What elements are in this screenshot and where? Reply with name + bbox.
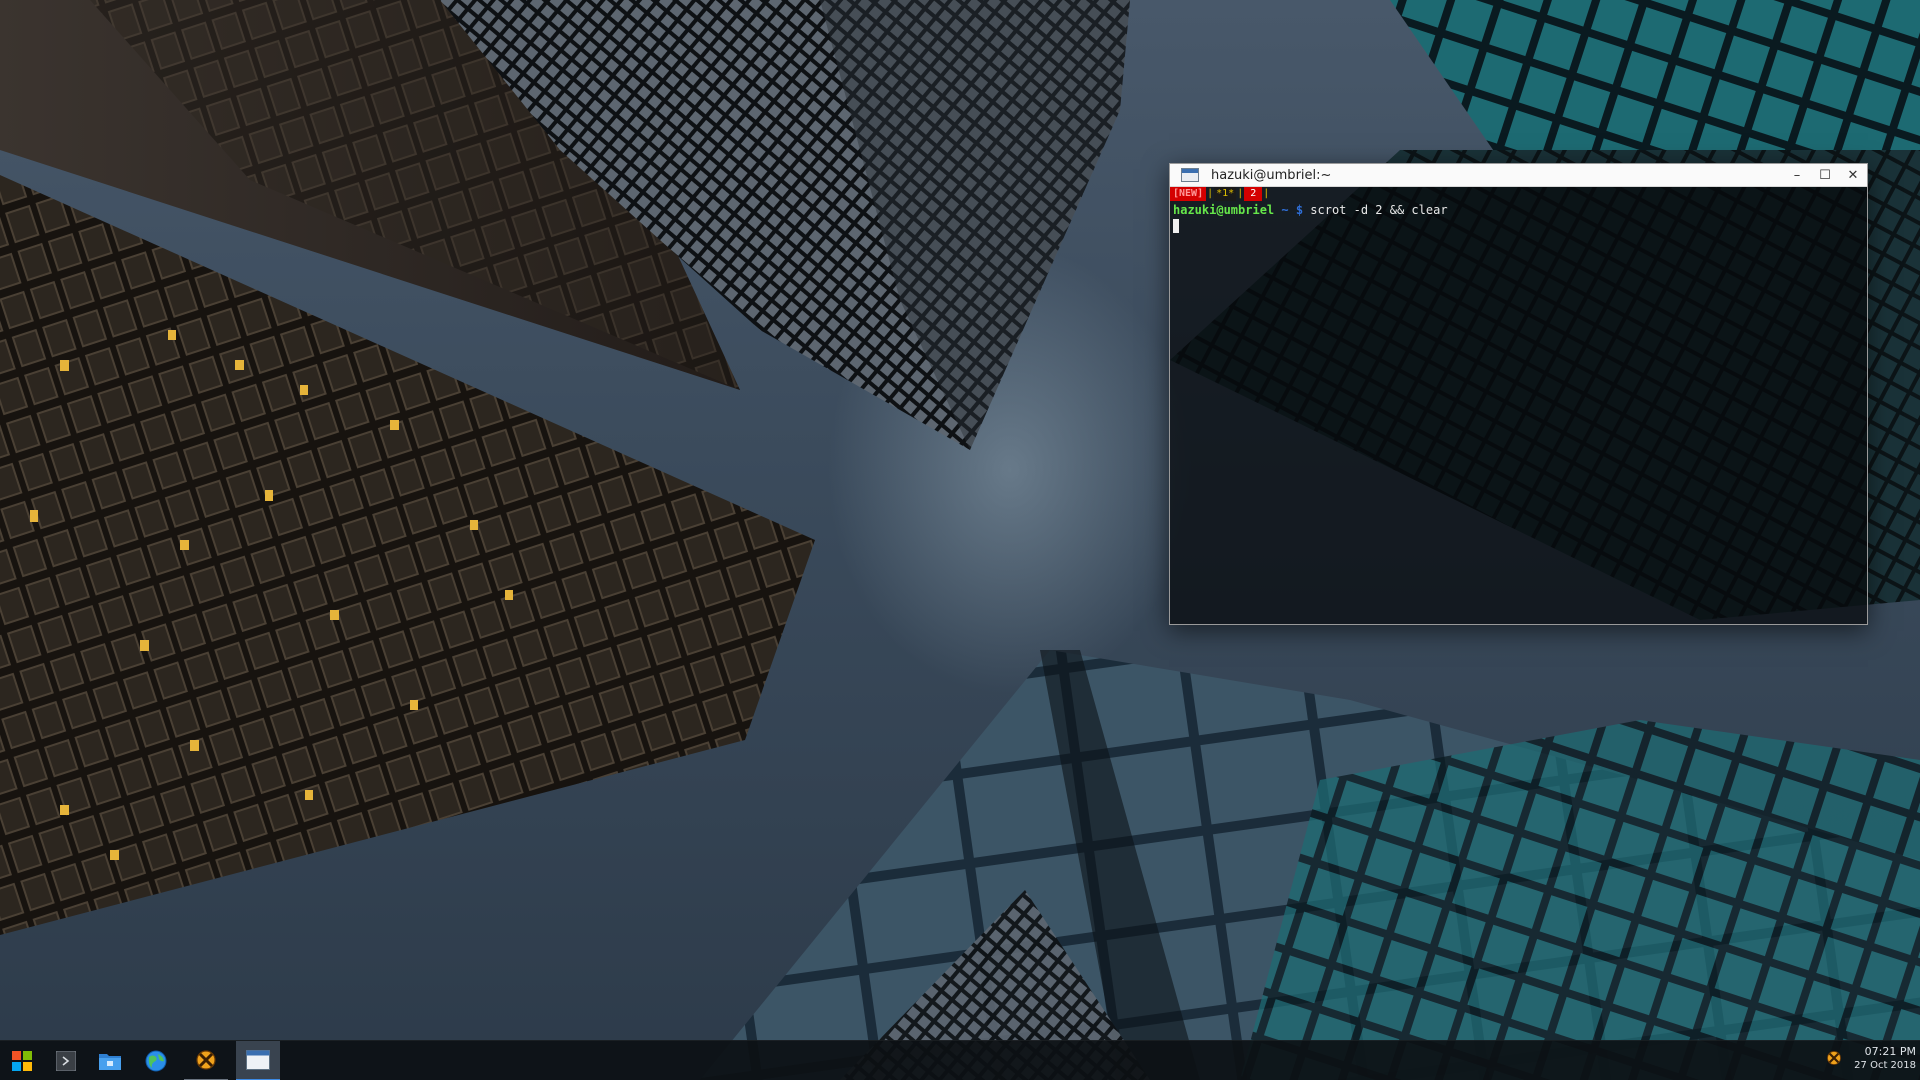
tray-x-circle-icon[interactable] xyxy=(1826,1050,1842,1066)
taskbar-clock[interactable]: 07:21 PM 27 Oct 2018 xyxy=(1852,1044,1916,1073)
prompt-user-host: hazuki@umbriel xyxy=(1173,203,1275,217)
folder-icon xyxy=(99,1054,121,1070)
file-manager-button[interactable] xyxy=(88,1041,132,1080)
terminal-prompt-icon xyxy=(56,1051,76,1071)
tmux-status-bar: [NEW] | *1* | 2 | xyxy=(1170,187,1867,201)
tmux-separator: | xyxy=(1237,188,1244,199)
globe-icon xyxy=(145,1050,167,1072)
prompt-command: scrot -d 2 && clear xyxy=(1310,203,1448,217)
prompt-line: hazuki@umbriel ~ $ scrot -d 2 && clear xyxy=(1170,203,1867,218)
clock-date: 27 Oct 2018 xyxy=(1854,1060,1916,1071)
minimize-icon: – xyxy=(1793,167,1801,183)
tmux-separator: | xyxy=(1207,188,1214,199)
prompt-path: ~ $ xyxy=(1274,203,1311,217)
window-title: hazuki@umbriel:~ xyxy=(1211,167,1332,183)
tmux-window-2[interactable]: 2 xyxy=(1244,187,1263,201)
windows-logo-icon xyxy=(12,1051,32,1071)
tmux-window-1[interactable]: *1* xyxy=(1214,187,1237,201)
clock-time: 07:21 PM xyxy=(1864,1045,1916,1058)
tmux-separator: | xyxy=(1263,188,1270,199)
terminal-window-taskbar-button[interactable] xyxy=(236,1041,280,1080)
window-titlebar[interactable]: hazuki@umbriel:~ – ☐ ✕ xyxy=(1170,164,1867,187)
web-browser-button[interactable] xyxy=(134,1041,178,1080)
taskbar xyxy=(0,1040,1920,1080)
tmux-new-tab[interactable]: [NEW] xyxy=(1170,187,1207,201)
maximize-icon: ☐ xyxy=(1819,167,1831,183)
start-menu-button[interactable] xyxy=(0,1041,44,1080)
terminal-output[interactable]: [NEW] | *1* | 2 | hazuki@umbriel ~ $ scr… xyxy=(1170,187,1867,624)
close-button[interactable]: ✕ xyxy=(1839,164,1867,186)
minimize-button[interactable]: – xyxy=(1783,164,1811,186)
maximize-button[interactable]: ☐ xyxy=(1811,164,1839,186)
terminal-launcher-button[interactable] xyxy=(44,1041,88,1080)
close-icon: ✕ xyxy=(1847,167,1859,183)
x-circle-icon xyxy=(196,1050,216,1070)
desktop[interactable]: hazuki@umbriel:~ – ☐ ✕ [NEW] | *1* | 2 |… xyxy=(0,0,1920,1080)
text-cursor xyxy=(1173,219,1179,233)
window-icon xyxy=(246,1050,270,1070)
terminal-window[interactable]: hazuki@umbriel:~ – ☐ ✕ [NEW] | *1* | 2 |… xyxy=(1169,163,1868,625)
system-tool-button[interactable] xyxy=(184,1041,228,1080)
terminal-app-icon xyxy=(1181,168,1199,182)
